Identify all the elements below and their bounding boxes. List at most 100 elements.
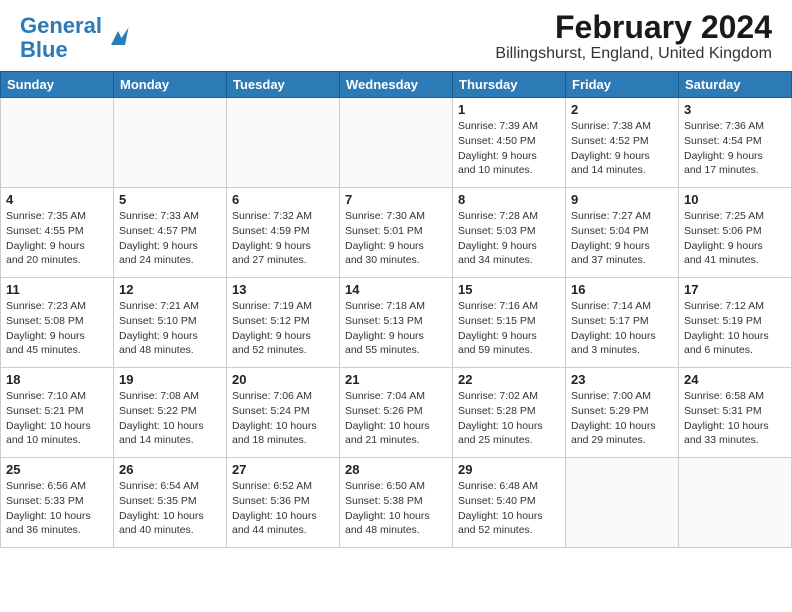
calendar-cell: 15 Sunrise: 7:16 AM Sunset: 5:15 PM Dayli… (453, 278, 566, 368)
weekday-header-thursday: Thursday (453, 72, 566, 98)
day-number: 11 (6, 282, 108, 297)
calendar-cell: 26 Sunrise: 6:54 AM Sunset: 5:35 PM Dayli… (114, 458, 227, 548)
calendar-cell (679, 458, 792, 548)
day-info: Sunrise: 6:58 AM Sunset: 5:31 PM Dayligh… (684, 389, 786, 448)
day-info: Sunrise: 7:10 AM Sunset: 5:21 PM Dayligh… (6, 389, 108, 448)
calendar-cell: 24 Sunrise: 6:58 AM Sunset: 5:31 PM Dayli… (679, 368, 792, 458)
day-number: 18 (6, 372, 108, 387)
calendar-cell: 11 Sunrise: 7:23 AM Sunset: 5:08 PM Dayli… (1, 278, 114, 368)
weekday-header-sunday: Sunday (1, 72, 114, 98)
day-number: 2 (571, 102, 673, 117)
calendar-table: SundayMondayTuesdayWednesdayThursdayFrid… (0, 71, 792, 548)
day-number: 9 (571, 192, 673, 207)
weekday-header-saturday: Saturday (679, 72, 792, 98)
day-info: Sunrise: 7:39 AM Sunset: 4:50 PM Dayligh… (458, 119, 560, 178)
weekday-header-monday: Monday (114, 72, 227, 98)
calendar-cell: 20Sunrise: 7:06 AM Sunset: 5:24 PM Dayli… (227, 368, 340, 458)
logo-line1: General (20, 13, 102, 38)
day-number: 12 (119, 282, 221, 297)
month-year-title: February 2024 (495, 10, 772, 45)
day-number: 4 (6, 192, 108, 207)
day-info: Sunrise: 7:27 AM Sunset: 5:04 PM Dayligh… (571, 209, 673, 268)
weekday-header-wednesday: Wednesday (340, 72, 453, 98)
calendar-cell: 13Sunrise: 7:19 AM Sunset: 5:12 PM Dayli… (227, 278, 340, 368)
day-number: 6 (232, 192, 334, 207)
day-info: Sunrise: 7:33 AM Sunset: 4:57 PM Dayligh… (119, 209, 221, 268)
day-info: Sunrise: 7:23 AM Sunset: 5:08 PM Dayligh… (6, 299, 108, 358)
day-info: Sunrise: 7:28 AM Sunset: 5:03 PM Dayligh… (458, 209, 560, 268)
calendar-cell: 17 Sunrise: 7:12 AM Sunset: 5:19 PM Dayli… (679, 278, 792, 368)
calendar-cell: 3 Sunrise: 7:36 AM Sunset: 4:54 PM Daylig… (679, 98, 792, 188)
day-info: Sunrise: 6:56 AM Sunset: 5:33 PM Dayligh… (6, 479, 108, 538)
calendar-cell: 23 Sunrise: 7:00 AM Sunset: 5:29 PM Dayli… (566, 368, 679, 458)
day-number: 22 (458, 372, 560, 387)
calendar-cell: 9 Sunrise: 7:27 AM Sunset: 5:04 PM Daylig… (566, 188, 679, 278)
calendar-cell: 25 Sunrise: 6:56 AM Sunset: 5:33 PM Dayli… (1, 458, 114, 548)
day-info: Sunrise: 7:18 AM Sunset: 5:13 PM Dayligh… (345, 299, 447, 358)
location-subtitle: Billingshurst, England, United Kingdom (495, 45, 772, 63)
day-info: Sunrise: 6:48 AM Sunset: 5:40 PM Dayligh… (458, 479, 560, 538)
day-info: Sunrise: 7:04 AM Sunset: 5:26 PM Dayligh… (345, 389, 447, 448)
calendar-cell (340, 98, 453, 188)
calendar-cell: 5 Sunrise: 7:33 AM Sunset: 4:57 PM Daylig… (114, 188, 227, 278)
calendar-cell: 19Sunrise: 7:08 AM Sunset: 5:22 PM Dayli… (114, 368, 227, 458)
day-number: 17 (684, 282, 786, 297)
day-info: Sunrise: 7:38 AM Sunset: 4:52 PM Dayligh… (571, 119, 673, 178)
day-info: Sunrise: 7:19 AM Sunset: 5:12 PM Dayligh… (232, 299, 334, 358)
weekday-header-tuesday: Tuesday (227, 72, 340, 98)
day-number: 5 (119, 192, 221, 207)
calendar-cell: 8 Sunrise: 7:28 AM Sunset: 5:03 PM Daylig… (453, 188, 566, 278)
calendar-cell: 14 Sunrise: 7:18 AM Sunset: 5:13 PM Dayli… (340, 278, 453, 368)
day-info: Sunrise: 7:12 AM Sunset: 5:19 PM Dayligh… (684, 299, 786, 358)
day-info: Sunrise: 6:54 AM Sunset: 5:35 PM Dayligh… (119, 479, 221, 538)
calendar-week-row: 1 Sunrise: 7:39 AM Sunset: 4:50 PM Daylig… (1, 98, 792, 188)
day-number: 3 (684, 102, 786, 117)
day-number: 14 (345, 282, 447, 297)
calendar-cell (566, 458, 679, 548)
calendar-cell: 10Sunrise: 7:25 AM Sunset: 5:06 PM Dayli… (679, 188, 792, 278)
day-info: Sunrise: 7:25 AM Sunset: 5:06 PM Dayligh… (684, 209, 786, 268)
calendar-week-row: 18 Sunrise: 7:10 AM Sunset: 5:21 PM Dayli… (1, 368, 792, 458)
day-number: 24 (684, 372, 786, 387)
calendar-cell: 18 Sunrise: 7:10 AM Sunset: 5:21 PM Dayli… (1, 368, 114, 458)
day-info: Sunrise: 7:21 AM Sunset: 5:10 PM Dayligh… (119, 299, 221, 358)
day-number: 29 (458, 462, 560, 477)
day-number: 8 (458, 192, 560, 207)
day-number: 15 (458, 282, 560, 297)
day-info: Sunrise: 7:02 AM Sunset: 5:28 PM Dayligh… (458, 389, 560, 448)
calendar-week-row: 25 Sunrise: 6:56 AM Sunset: 5:33 PM Dayli… (1, 458, 792, 548)
day-number: 7 (345, 192, 447, 207)
logo-bird-icon (104, 24, 132, 52)
day-info: Sunrise: 6:50 AM Sunset: 5:38 PM Dayligh… (345, 479, 447, 538)
day-info: Sunrise: 7:16 AM Sunset: 5:15 PM Dayligh… (458, 299, 560, 358)
day-number: 1 (458, 102, 560, 117)
logo-text: General Blue (20, 14, 102, 62)
calendar-cell: 6 Sunrise: 7:32 AM Sunset: 4:59 PM Daylig… (227, 188, 340, 278)
day-info: Sunrise: 7:32 AM Sunset: 4:59 PM Dayligh… (232, 209, 334, 268)
day-number: 28 (345, 462, 447, 477)
calendar-cell: 12 Sunrise: 7:21 AM Sunset: 5:10 PM Dayli… (114, 278, 227, 368)
title-section: February 2024 Billingshurst, England, Un… (495, 10, 772, 63)
calendar-cell: 2 Sunrise: 7:38 AM Sunset: 4:52 PM Daylig… (566, 98, 679, 188)
calendar-cell: 29 Sunrise: 6:48 AM Sunset: 5:40 PM Dayli… (453, 458, 566, 548)
calendar-cell (227, 98, 340, 188)
day-number: 23 (571, 372, 673, 387)
day-info: Sunrise: 7:30 AM Sunset: 5:01 PM Dayligh… (345, 209, 447, 268)
calendar-header-row: SundayMondayTuesdayWednesdayThursdayFrid… (1, 72, 792, 98)
day-info: Sunrise: 7:00 AM Sunset: 5:29 PM Dayligh… (571, 389, 673, 448)
calendar-cell: 28 Sunrise: 6:50 AM Sunset: 5:38 PM Dayli… (340, 458, 453, 548)
calendar-cell: 16Sunrise: 7:14 AM Sunset: 5:17 PM Dayli… (566, 278, 679, 368)
day-info: Sunrise: 7:08 AM Sunset: 5:22 PM Dayligh… (119, 389, 221, 448)
day-number: 27 (232, 462, 334, 477)
logo: General Blue (20, 14, 132, 62)
day-number: 21 (345, 372, 447, 387)
day-number: 20 (232, 372, 334, 387)
calendar-cell: 22 Sunrise: 7:02 AM Sunset: 5:28 PM Dayli… (453, 368, 566, 458)
calendar-week-row: 11 Sunrise: 7:23 AM Sunset: 5:08 PM Dayli… (1, 278, 792, 368)
day-number: 26 (119, 462, 221, 477)
day-number: 25 (6, 462, 108, 477)
calendar-cell: 1 Sunrise: 7:39 AM Sunset: 4:50 PM Daylig… (453, 98, 566, 188)
page-header: General Blue February 2024 Billingshurst… (0, 0, 792, 65)
calendar-cell: 7 Sunrise: 7:30 AM Sunset: 5:01 PM Daylig… (340, 188, 453, 278)
day-info: Sunrise: 7:36 AM Sunset: 4:54 PM Dayligh… (684, 119, 786, 178)
